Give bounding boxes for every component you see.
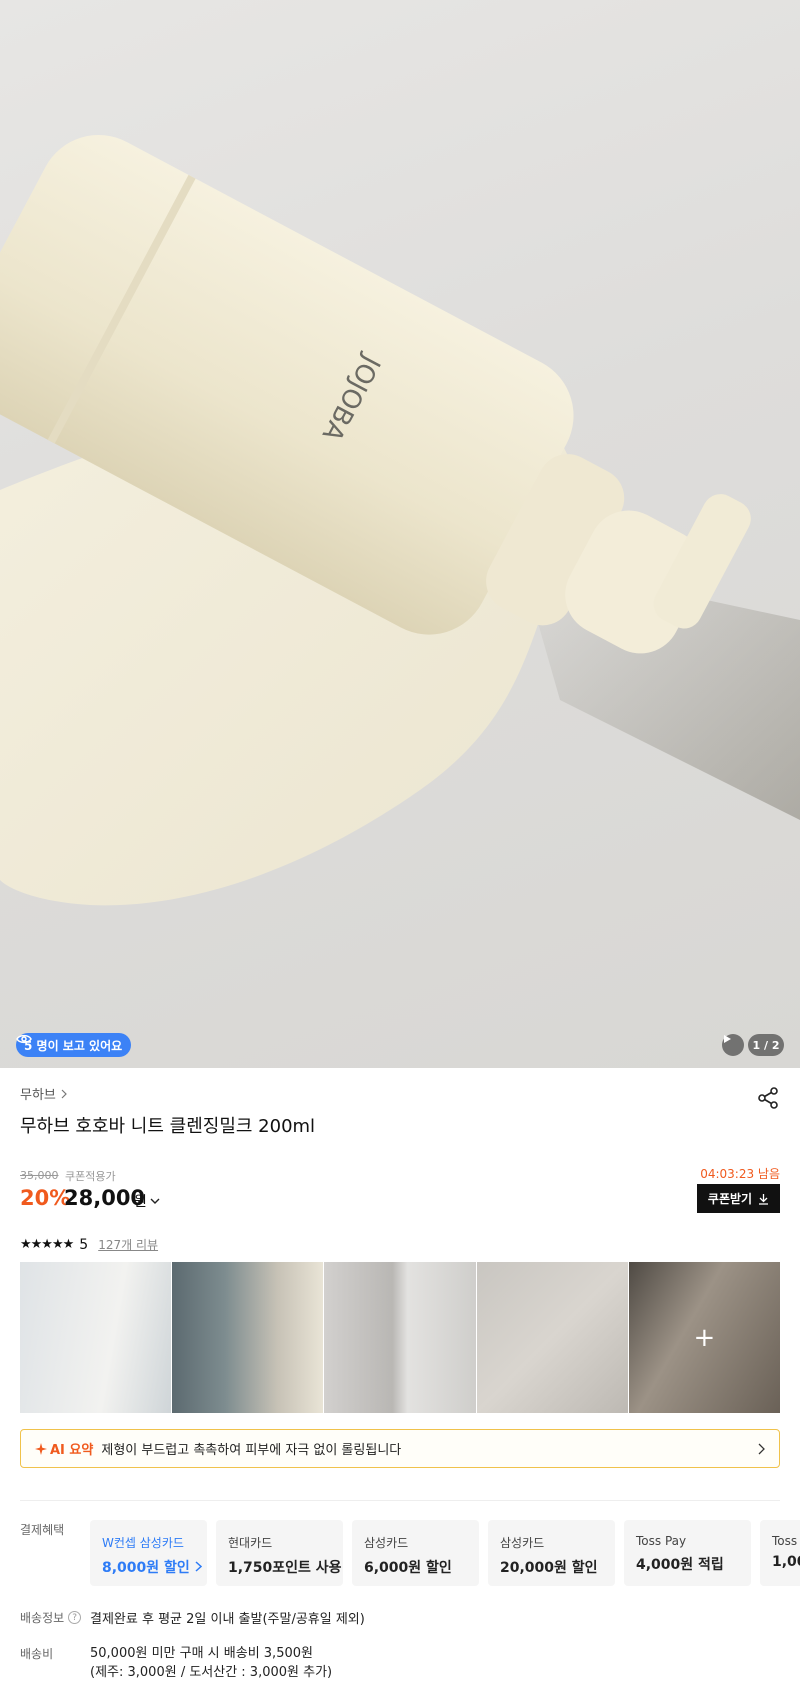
get-coupon-label: 쿠폰받기	[707, 1192, 753, 1206]
shipping-fee-extra-line: (제주: 3,000원 / 도서산간 : 3,000원 추가)	[90, 1665, 333, 1680]
review-photo-thumbnail[interactable]	[20, 1262, 172, 1413]
rating-summary: ★★★★★ 5 127개 리뷰	[20, 1236, 158, 1253]
get-coupon-button[interactable]: 쿠폰받기	[697, 1184, 780, 1213]
review-photo-thumbnail[interactable]	[476, 1262, 628, 1413]
card-name: W컨셉 삼성카드	[102, 1536, 184, 1550]
currency-label: 원	[134, 1194, 147, 1210]
shipping-info-label: 배송정보 ?	[20, 1609, 82, 1626]
card-name: 삼성카드	[500, 1536, 545, 1550]
card-name: 현대카드	[228, 1536, 273, 1550]
shipping-fee-label: 배송비	[20, 1647, 54, 1661]
card-name: Toss	[772, 1534, 798, 1548]
ai-summary-text: 제형이 부드럽고 촉촉하여 피부에 자극 없이 롤링됩니다	[101, 1443, 402, 1458]
brand-link[interactable]: 무하브	[20, 1084, 68, 1103]
review-count-link[interactable]: 127개 리뷰	[98, 1236, 158, 1253]
review-photo-thumbnail[interactable]	[172, 1262, 324, 1413]
ai-summary-label-text: AI 요약	[50, 1443, 94, 1458]
payment-benefits-label: 결제혜택	[20, 1523, 65, 1537]
section-divider	[20, 1500, 780, 1501]
star-rating-icon: ★★★★★	[20, 1237, 74, 1252]
card-benefit: 1,750포인트 사용	[228, 1560, 342, 1576]
card-benefit: 6,000원 할인	[364, 1560, 452, 1576]
payment-card-toss-pay[interactable]: Toss Pay 4,000원 적립	[624, 1520, 751, 1586]
plus-icon: +	[693, 1322, 716, 1353]
play-button[interactable]	[722, 1034, 744, 1056]
coupon-price-note: 쿠폰적용가	[65, 1170, 116, 1183]
payment-card-toss[interactable]: Toss 1,00	[760, 1520, 800, 1586]
shipping-info-text: 결제완료 후 평균 2일 이내 출발(주말/공휴일 제외)	[90, 1612, 365, 1627]
chevron-right-icon	[61, 1089, 67, 1098]
brand-name: 무하브	[20, 1088, 56, 1103]
review-photo-thumbnail[interactable]	[324, 1262, 476, 1413]
chevron-right-icon	[195, 1561, 202, 1572]
ai-summary-bar[interactable]: AI 요약 제형이 부드럽고 촉촉하여 피부에 자극 없이 롤링됩니다	[20, 1429, 780, 1468]
review-photo-more[interactable]: +	[628, 1262, 781, 1413]
payment-card-samsung[interactable]: 삼성카드 20,000원 할인	[488, 1520, 615, 1586]
product-hero-image[interactable]: JOJOBA 5 명이 보고 있어요 1 / 2	[0, 0, 800, 1068]
rating-score: 5	[79, 1236, 89, 1253]
chevron-right-icon	[758, 1443, 765, 1454]
payment-benefit-cards: W컨셉 삼성카드 8,000원 할인 현대카드 1,750포인트 사용 삼성카드…	[90, 1520, 800, 1586]
bottle-illustration: JOJOBA	[0, 134, 800, 906]
card-benefit: 20,000원 할인	[500, 1560, 598, 1576]
review-photo-strip: +	[20, 1262, 781, 1413]
viewing-count-badge: 5 명이 보고 있어요	[16, 1033, 132, 1057]
coupon-timer: 04:03:23 남음	[700, 1167, 780, 1181]
chevron-down-icon	[150, 1198, 160, 1204]
payment-card-samsung[interactable]: 삼성카드 6,000원 할인	[352, 1520, 479, 1586]
card-name: Toss Pay	[636, 1534, 687, 1548]
payment-card-hyundai[interactable]: 현대카드 1,750포인트 사용	[216, 1520, 343, 1586]
original-price: 35,000	[20, 1169, 59, 1182]
download-icon	[759, 1193, 769, 1205]
shipping-fee-text: 50,000원 미만 구매 시 배송비 3,500원 (제주: 3,000원 /…	[90, 1644, 332, 1682]
image-pager: 1 / 2	[748, 1034, 784, 1056]
play-icon	[724, 1035, 731, 1043]
viewing-count-text: 5 명이 보고 있어요	[24, 1038, 123, 1053]
payment-card-wconcept-samsung[interactable]: W컨셉 삼성카드 8,000원 할인	[90, 1520, 207, 1586]
help-icon[interactable]: ?	[68, 1611, 82, 1624]
sale-price: 28,000	[64, 1186, 146, 1210]
product-title: 무하브 호호바 니트 클렌징밀크 200ml	[20, 1116, 316, 1137]
card-name: 삼성카드	[364, 1536, 409, 1550]
card-benefit: 4,000원 적립	[636, 1557, 724, 1573]
card-benefit: 1,00	[772, 1554, 800, 1570]
shipping-fee-line: 50,000원 미만 구매 시 배송비 3,500원	[90, 1646, 313, 1661]
discount-rate: 20%	[20, 1186, 71, 1210]
ai-summary-label: AI 요약	[35, 1439, 93, 1458]
sparkle-icon	[35, 1442, 47, 1455]
price-detail-toggle[interactable]: 원	[134, 1191, 160, 1211]
share-icon[interactable]	[756, 1086, 780, 1110]
card-benefit: 8,000원 할인	[102, 1557, 202, 1577]
eye-icon	[16, 1034, 32, 1044]
